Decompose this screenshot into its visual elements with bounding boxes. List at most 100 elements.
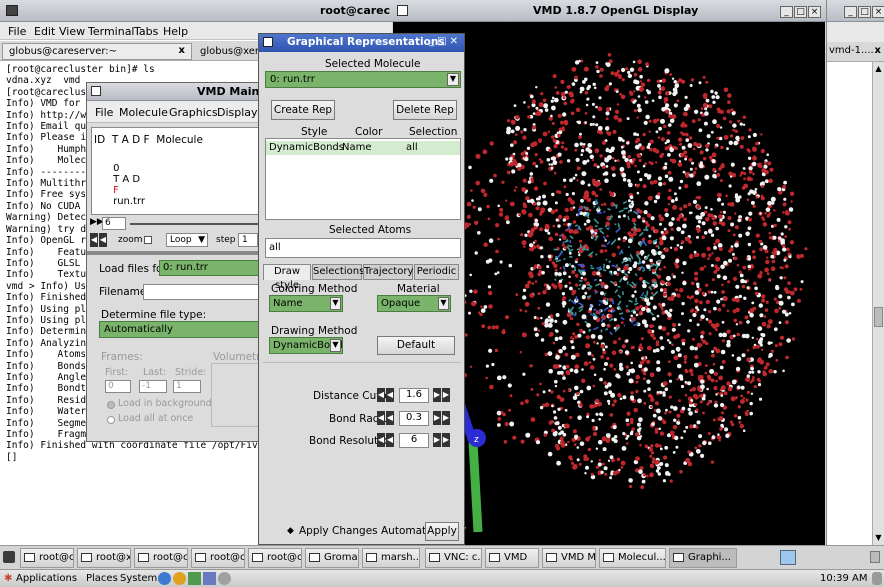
decrement-fast-icon[interactable]: ◀ — [377, 433, 385, 447]
show-desktop-icon[interactable] — [3, 551, 15, 563]
molecule-list[interactable]: ID T A D F Molecule 0 T A D F run.trr — [91, 127, 259, 215]
editor-launcher-icon[interactable] — [188, 572, 201, 585]
opengl-titlebar[interactable]: VMD 1.8.7 OpenGL Display _ □ × — [393, 0, 825, 22]
applications-menu[interactable]: Applications — [16, 573, 77, 584]
maximize-icon[interactable]: □ — [437, 36, 449, 47]
scroll-up-icon[interactable]: ▲ — [874, 64, 883, 74]
rep-row[interactable]: DynamicBonds Name all — [266, 141, 460, 155]
apply-auto-diamond-icon[interactable]: ◆ — [287, 526, 294, 536]
volume-icon[interactable] — [872, 572, 882, 585]
menu-tabs[interactable]: Tabs — [134, 25, 158, 38]
taskbar-button[interactable]: root@x... — [77, 548, 131, 568]
tab-periodic[interactable]: Periodic — [414, 264, 459, 280]
load-files-select[interactable]: 0: run.trr — [159, 260, 263, 276]
system-menu[interactable]: System — [120, 573, 157, 584]
vmd-menu-graphics[interactable]: Graphics — [169, 106, 218, 119]
minimize-icon[interactable]: _ — [844, 6, 857, 18]
drawing-method-select[interactable]: DynamicBonds ▼ — [269, 337, 343, 354]
close-icon[interactable]: × — [872, 6, 884, 18]
increment-icon[interactable]: ▶ — [433, 411, 441, 425]
selected-atoms-input[interactable]: all — [265, 238, 461, 258]
close-icon[interactable]: × — [808, 6, 821, 18]
taskbar-button[interactable]: Graphi... — [669, 548, 737, 568]
coloring-method-select[interactable]: Name ▼ — [269, 295, 343, 312]
load-all-radio[interactable] — [107, 416, 115, 424]
material-select[interactable]: Opaque ▼ — [377, 295, 451, 312]
taskbar-button[interactable]: root@c... — [248, 548, 302, 568]
trash-icon[interactable] — [870, 551, 880, 563]
step-back-icon[interactable]: ◀ — [90, 233, 98, 247]
load-background-radio[interactable] — [107, 401, 115, 409]
places-menu[interactable]: Places — [86, 573, 118, 584]
tab-draw-style[interactable]: Draw style — [263, 264, 311, 291]
stride-input[interactable]: 1 — [173, 380, 201, 393]
filename-input[interactable] — [143, 284, 263, 300]
right-window-tab[interactable]: vmd-1.... x — [827, 42, 884, 62]
decrement-icon[interactable]: ◀ — [386, 433, 394, 447]
taskbar-button[interactable]: VNC: c... — [425, 548, 482, 568]
terminal-titlebar[interactable]: root@carec — [0, 0, 392, 22]
tab-selections[interactable]: Selections — [312, 264, 364, 280]
vmd-main-titlebar[interactable]: VMD Main — [87, 83, 263, 101]
menu-terminal[interactable]: Terminal — [88, 25, 135, 38]
graph-reps-titlebar[interactable]: Graphical Representations _□✕ — [259, 34, 464, 52]
taskbar-button[interactable]: Molecul... — [599, 548, 666, 568]
browser-launcher-icon[interactable] — [158, 572, 171, 585]
selected-molecule-select[interactable]: 0: run.trr ▼ — [265, 71, 461, 88]
decrement-icon[interactable]: ◀ — [386, 388, 394, 402]
taskbar-button[interactable]: Groma... — [305, 548, 359, 568]
frame-number-input[interactable]: 6 — [102, 217, 126, 230]
taskbar-button[interactable]: VMD — [485, 548, 539, 568]
right-window-scrollbar[interactable]: ▲ ▼ — [872, 62, 884, 545]
menu-file[interactable]: File — [8, 25, 26, 38]
scroll-thumb[interactable] — [874, 307, 883, 327]
first-input[interactable]: 0 — [105, 380, 131, 393]
minimize-icon[interactable]: _ — [780, 6, 793, 18]
workspace-switcher-icon[interactable] — [780, 550, 796, 565]
distance-cutoff-input[interactable]: 1.6 — [399, 388, 429, 403]
menu-edit[interactable]: Edit — [34, 25, 55, 38]
molecule-fixed-flag[interactable]: F — [113, 185, 119, 196]
settings-launcher-icon[interactable] — [218, 572, 231, 585]
terminal-launcher-icon[interactable] — [203, 572, 216, 585]
step-input[interactable]: 1 — [238, 233, 258, 247]
scroll-down-icon[interactable]: ▼ — [874, 533, 883, 543]
increment-fast-icon[interactable]: ▶ — [442, 433, 450, 447]
delete-rep-button[interactable]: Delete Rep — [393, 100, 457, 120]
mail-launcher-icon[interactable] — [173, 572, 186, 585]
increment-fast-icon[interactable]: ▶ — [442, 388, 450, 402]
tab-close-icon[interactable]: x — [875, 45, 881, 56]
tab-close-icon[interactable]: x — [179, 45, 185, 56]
decrement-icon[interactable]: ◀ — [386, 411, 394, 425]
create-rep-button[interactable]: Create Rep — [271, 100, 335, 120]
play-back-icon[interactable]: ◀ — [99, 233, 107, 247]
increment-icon[interactable]: ▶ — [433, 433, 441, 447]
file-type-select[interactable]: Automatically — [99, 321, 263, 338]
taskbar-button[interactable]: root@c... — [191, 548, 245, 568]
loop-select[interactable]: Loop ▼ — [166, 233, 208, 247]
molecule-row[interactable]: 0 T A D F run.trr — [94, 152, 145, 218]
vmd-menu-file[interactable]: File — [95, 106, 113, 119]
taskbar-button[interactable]: VMD M... — [542, 548, 596, 568]
tab-trajectory[interactable]: Trajectory — [363, 264, 413, 280]
vmd-menu-display[interactable]: Display — [217, 106, 258, 119]
reps-list[interactable]: DynamicBonds Name all — [265, 138, 461, 220]
minimize-icon[interactable]: _ — [429, 36, 437, 47]
bond-resolution-input[interactable]: 6 — [399, 433, 429, 448]
taskbar-button[interactable]: marsh... — [362, 548, 420, 568]
bond-radius-input[interactable]: 0.3 — [399, 411, 429, 426]
menu-help[interactable]: Help — [163, 25, 188, 38]
increment-icon[interactable]: ▶ — [433, 388, 441, 402]
apply-button[interactable]: Apply — [425, 522, 459, 541]
last-input[interactable]: -1 — [139, 380, 167, 393]
default-button[interactable]: Default — [377, 336, 455, 355]
increment-fast-icon[interactable]: ▶ — [442, 411, 450, 425]
maximize-icon[interactable]: □ — [794, 6, 807, 18]
vmd-menu-molecule[interactable]: Molecule — [119, 106, 168, 119]
right-window-titlebar[interactable]: _ □ × — [827, 0, 884, 22]
maximize-icon[interactable]: □ — [858, 6, 871, 18]
molecule-flags[interactable]: T A D — [113, 174, 140, 185]
taskbar-button[interactable]: root@c... — [20, 548, 74, 568]
zoom-checkbox[interactable] — [144, 236, 152, 244]
menu-view[interactable]: View — [59, 25, 85, 38]
